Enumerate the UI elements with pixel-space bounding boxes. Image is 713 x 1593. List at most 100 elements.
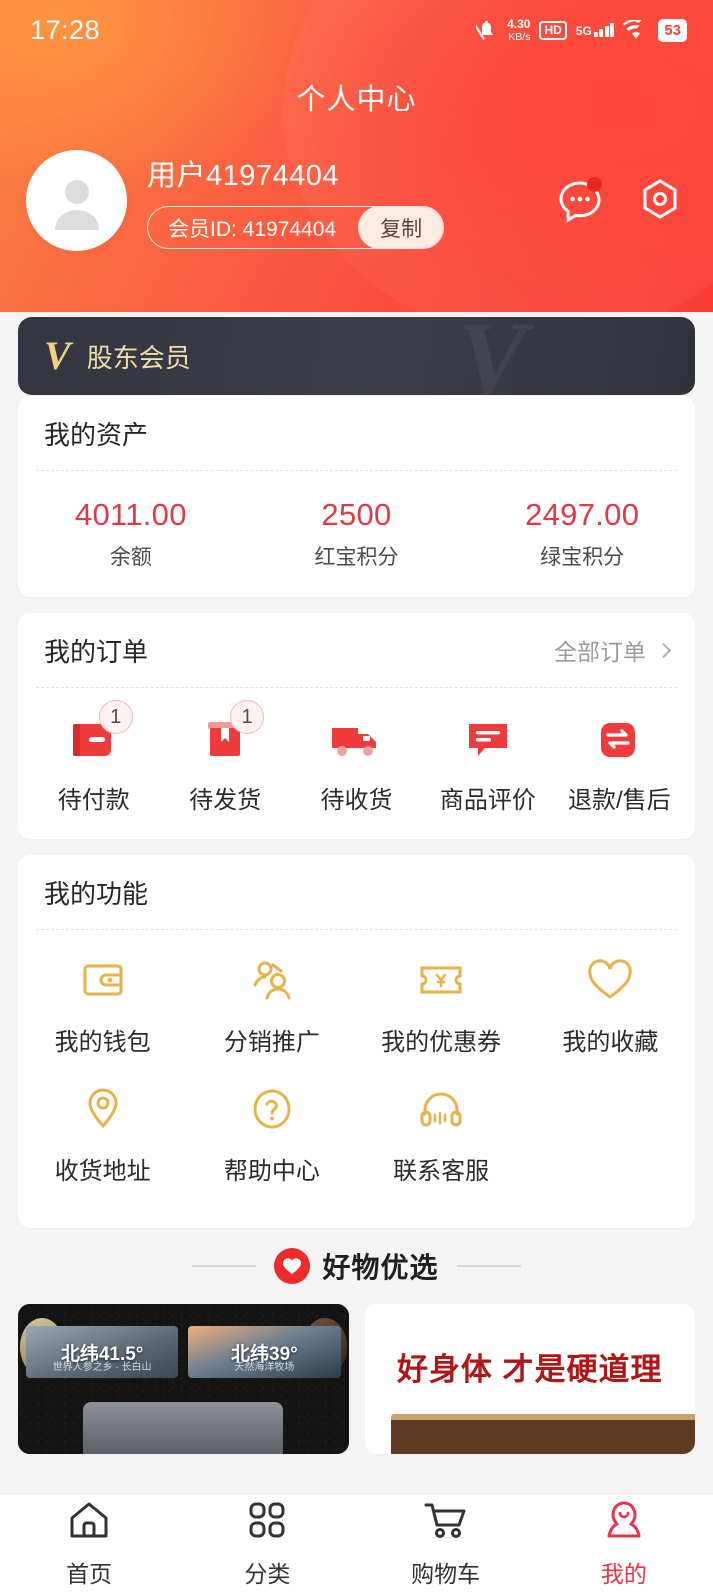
functions-grid: 我的钱包 分销推广 我的优惠券 我的收藏 收货地址 帮助中心 联系客服 [18,930,695,1228]
status-icons: 4.30 KB/s HD 5G 53 [476,18,687,43]
vip-card-wrap: V 股东会员 [18,317,695,395]
functions-card-head: 我的功能 [18,855,695,929]
profile-header: 17:28 4.30 KB/s HD 5G 53 个人中心 用户41974404… [0,0,713,312]
orders-title: 我的订单 [44,636,149,667]
cellular-indicator: 5G [576,23,615,37]
function-item-coupon[interactable]: 我的优惠券 [357,954,526,1057]
coupon-yuan-icon [413,954,469,1006]
order-item-unshipped[interactable]: 1 待发货 [159,700,290,815]
network-speed-value: 4.30 [507,16,531,31]
copy-button[interactable]: 复制 [358,207,444,248]
order-label: 退款/售后 [567,787,671,814]
order-item-review[interactable]: 商品评价 [422,710,553,815]
assets-list: 4011.00 余额 2500 红宝积分 2497.00 绿宝积分 [18,471,695,597]
functions-card: 我的功能 我的钱包 分销推广 我的优惠券 我的收藏 收货地址 帮助中心 联系客服 [18,855,695,1228]
function-label: 我的钱包 [54,1029,151,1056]
product-box-image [390,1414,695,1454]
tab-categories[interactable]: 分类 [178,1499,356,1589]
username: 用户41974404 [147,160,340,192]
member-id-pill[interactable]: 会员ID: 41974404 复制 [147,206,445,249]
function-label: 分销推广 [223,1029,320,1056]
function-item-wallet[interactable]: 我的钱包 [18,954,187,1057]
assets-card-head: 我的资产 [18,396,695,470]
vip-card[interactable]: V 股东会员 [18,317,695,395]
function-label: 我的收藏 [562,1029,659,1056]
order-item-unreceived[interactable]: 待收货 [291,710,422,815]
bottom-navigation: 首页 分类 购物车 我的 [0,1493,713,1593]
divider-line-left [192,1265,257,1267]
asset-item[interactable]: 4011.00 余额 [18,497,244,571]
orders-card: 我的订单 全部订单 1 待付款 1 待发货 待收货 商品评价 退款/售后 [18,613,695,839]
product-card-health[interactable]: 好身体 才是硬道理 [364,1304,695,1454]
comment-icon [457,710,519,766]
all-orders-link[interactable]: 全部订单 [554,633,672,667]
tab-label: 分类 [244,1560,291,1587]
order-item-refund[interactable]: 退款/售后 [554,710,685,815]
assets-card: 我的资产 4011.00 余额 2500 红宝积分 2497.00 绿宝积分 [18,396,695,597]
wallet-icon: 1 [63,700,133,766]
orders-card-head: 我的订单 全部订单 [18,613,695,687]
chevron-right-icon [655,642,672,658]
network-speed: 4.30 KB/s [507,18,530,43]
divider-line-right [456,1265,521,1267]
product-card-ginseng[interactable]: 北纬41.5° 世界人参之乡 · 长白山 北纬39° 天然海洋牧场 [18,1304,349,1454]
hexagon-settings-icon [643,178,677,219]
function-item-help[interactable]: 帮助中心 [187,1083,356,1186]
asset-value: 2500 [321,497,392,532]
asset-label: 红宝积分 [314,546,399,569]
chat-button[interactable] [553,174,607,228]
content-scroll[interactable]: 我的资产 4011.00 余额 2500 红宝积分 2497.00 绿宝积分 我… [0,396,713,1493]
network-type-label: 5G [575,24,592,38]
asset-item[interactable]: 2497.00 绿宝积分 [469,497,695,571]
settings-button[interactable] [633,174,687,228]
header-actions [543,174,687,228]
package-box-icon: 1 [194,700,265,766]
chat-unread-dot [587,176,602,192]
page-title: 个人中心 [296,84,417,116]
location-pin-icon [75,1083,131,1135]
question-circle-icon [244,1083,300,1135]
battery-level: 53 [658,18,687,42]
function-label: 收货地址 [54,1158,151,1185]
user-avatar-icon [54,179,99,230]
asset-label: 绿宝积分 [540,546,625,569]
asset-value: 4011.00 [74,497,187,532]
tab-label: 购物车 [411,1560,481,1587]
all-orders-label: 全部订单 [554,639,646,665]
function-item-favorites[interactable]: 我的收藏 [526,954,695,1057]
distribution-people-icon [244,954,300,1006]
asset-label: 余额 [109,546,152,569]
avatar[interactable] [26,150,127,251]
function-label: 我的优惠券 [381,1029,502,1056]
banner-subtitle: 世界人参之乡 · 长白山 [52,1362,152,1373]
function-item-address[interactable]: 收货地址 [18,1083,187,1186]
tab-home[interactable]: 首页 [0,1499,178,1589]
home-icon [67,1499,111,1546]
function-item-empty [526,1083,695,1186]
tab-label: 首页 [66,1560,113,1587]
profile-info: 用户41974404 会员ID: 41974404 复制 [147,152,543,249]
asset-value: 2497.00 [525,497,640,532]
asset-item[interactable]: 2500 红宝积分 [244,497,470,571]
delivery-truck-icon [326,710,388,766]
network-speed-unit: KB/s [508,30,531,43]
status-bar: 17:28 4.30 KB/s HD 5G 53 [0,0,713,60]
signal-bars-icon [593,23,615,37]
product-banners: 北纬41.5° 世界人参之乡 · 长白山 北纬39° 天然海洋牧场 [26,1326,341,1378]
product-image-device [83,1402,284,1454]
order-item-unpaid[interactable]: 1 待付款 [28,700,159,815]
heart-outline-icon [582,954,638,1006]
vip-level-label: 股东会员 [86,342,191,373]
profile-screen: 17:28 4.30 KB/s HD 5G 53 个人中心 用户41974404… [0,0,713,1593]
bell-muted-icon [476,18,498,42]
assets-title: 我的资产 [44,419,149,450]
product-grid: 北纬41.5° 世界人参之乡 · 长白山 北纬39° 天然海洋牧场 好身体 才是… [0,1304,713,1454]
tab-label: 我的 [600,1560,647,1587]
function-item-support[interactable]: 联系客服 [357,1083,526,1186]
order-label: 商品评价 [439,787,536,814]
profile-row: 用户41974404 会员ID: 41974404 复制 [0,118,713,251]
tab-cart[interactable]: 购物车 [357,1499,535,1589]
function-item-distribution[interactable]: 分销推广 [187,954,356,1057]
wifi-icon [623,20,649,40]
tab-profile[interactable]: 我的 [535,1499,713,1589]
